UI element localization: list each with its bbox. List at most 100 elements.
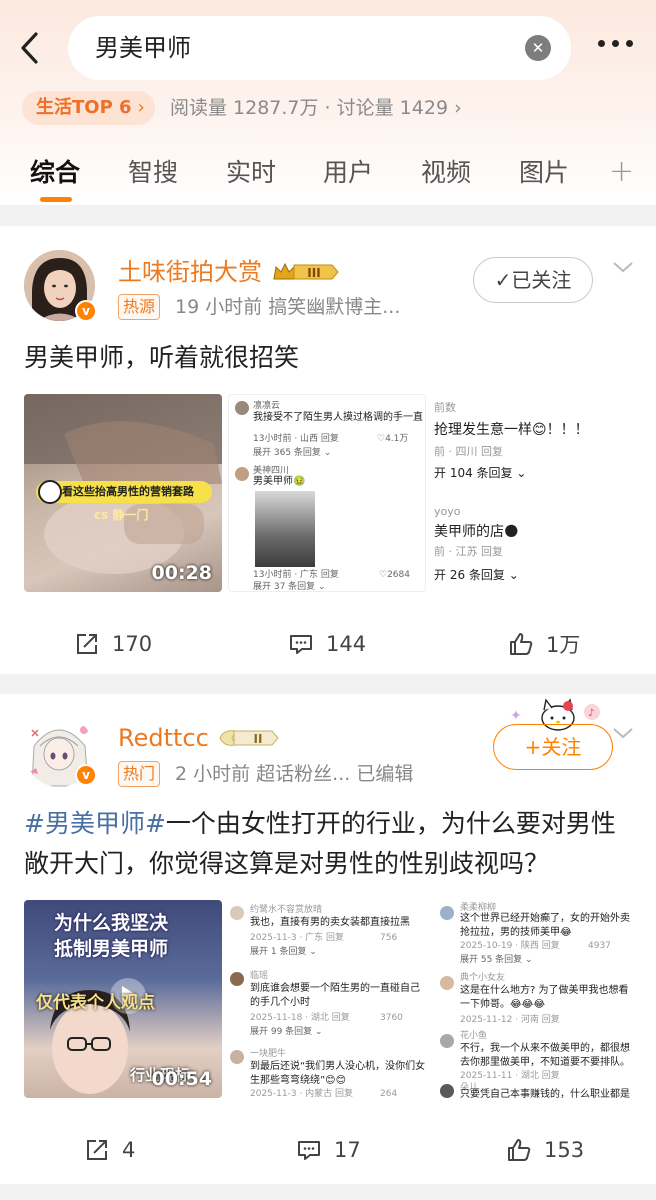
expand-replies: 展开 1 条回复 ⌄ xyxy=(250,947,317,957)
expand-replies: 开 104 条回复 ⌄ xyxy=(434,466,527,480)
comment-icon xyxy=(298,1141,320,1160)
comment-meta: 2025-11-11 · 湖北 回复 xyxy=(460,1071,560,1081)
tab-images[interactable]: 图片 xyxy=(519,156,569,190)
commenter-name: 约鹭水不容赏放晴 xyxy=(250,905,323,915)
comment-text: 抢理发生意一样😊！！！ xyxy=(434,422,589,438)
hashtag-link[interactable]: #男美甲师# xyxy=(24,809,166,838)
search-bar[interactable]: 男美甲师 ✕ xyxy=(68,16,571,80)
share-button[interactable]: 4 xyxy=(84,1130,135,1170)
like-button[interactable]: 153 xyxy=(506,1130,584,1170)
comment-button[interactable]: 144 xyxy=(288,624,366,664)
chevron-down-icon[interactable] xyxy=(612,260,634,274)
svg-text:✦: ✦ xyxy=(510,708,522,724)
add-tab-icon[interactable]: + xyxy=(609,154,634,189)
comment-photo xyxy=(255,491,315,567)
wings-level-icon: II xyxy=(219,730,279,746)
video-duration: 00:54 xyxy=(151,1068,212,1090)
topic-stats[interactable]: 阅读量 1287.7万 · 讨论量 1429 › xyxy=(170,94,462,122)
share-icon xyxy=(77,634,97,654)
chevron-down-icon[interactable] xyxy=(612,726,634,740)
comment-text: 只要凭自己本事赚钱的，什么职业都是值得我们的 xyxy=(460,1089,630,1098)
commenter-avatar xyxy=(230,972,244,986)
comment-screenshot-image[interactable]: 柔柔柳柳 这个世界已经开始癫了，女的开始外卖抢拉拉，男的技师美甲😂 2025-1… xyxy=(436,900,632,1098)
crown-level-icon: III xyxy=(273,262,339,280)
expand-replies: 展开 55 条回复 ⌄ xyxy=(460,955,533,965)
svg-text:♪: ♪ xyxy=(588,708,594,719)
feed-divider xyxy=(0,1184,656,1200)
expand-replies: 展开 37 条回复 ⌄ xyxy=(253,582,326,592)
hot-source-tag: 热源 xyxy=(118,294,161,320)
chevron-right-icon: › xyxy=(137,97,145,118)
tab-comprehensive[interactable]: 综合 xyxy=(30,156,80,190)
video-caption: 抵制男美甲师 xyxy=(54,938,169,960)
commenter-name: 花小鱼 xyxy=(460,1031,488,1041)
level-label: III xyxy=(307,266,320,280)
comment-meta: 13小时前 · 山西 回复 xyxy=(253,434,339,444)
search-input[interactable]: 男美甲师 xyxy=(95,32,191,64)
commenter-avatar xyxy=(230,1050,244,1064)
check-icon: ✓ xyxy=(494,268,512,292)
comment-text: 男美甲师🤢 xyxy=(253,476,306,487)
tab-smart-search[interactable]: 智搜 xyxy=(128,156,178,190)
search-tabs: 综合 智搜 实时 用户 视频 图片 + xyxy=(0,150,656,205)
comment-meta: 2025-11-3 · 广东 回复 xyxy=(250,933,345,943)
video-thumbnail[interactable]: 看这些抬高男性的营销套路 cs 静一门 00:28 xyxy=(24,394,222,592)
back-icon[interactable] xyxy=(16,28,46,68)
comment-text: 不行，我一个从来不做美甲的，都很想去你那里做美甲，不知道要不要排队。 xyxy=(460,1043,630,1068)
commenter-avatar xyxy=(230,906,244,920)
commenter-avatar xyxy=(440,906,454,920)
commenter-name: 前数 xyxy=(434,402,456,414)
share-icon xyxy=(87,1140,107,1160)
comment-meta: 2025-11-3 · 内蒙古 回复 xyxy=(250,1089,354,1098)
post-username[interactable]: 土味街拍大赏 xyxy=(118,256,262,288)
post-username[interactable]: Redttcc xyxy=(118,722,209,754)
tab-users[interactable]: 用户 xyxy=(323,156,373,190)
comment-text: 我也，直接有男的卖女装都直接拉黑 xyxy=(250,917,410,928)
expand-replies: 展开 365 条回复 ⌄ xyxy=(253,448,332,458)
follow-button[interactable]: +关注 xyxy=(493,724,613,770)
comment-meta: 2025-11-18 · 湖北 回复 xyxy=(250,1013,350,1023)
post-meta: 19 小时前 搞笑幽默博主... xyxy=(175,296,401,318)
like-button[interactable]: 1万 xyxy=(508,624,580,664)
comment-likes: 264 xyxy=(380,1089,398,1098)
comment-likes: 756 xyxy=(380,933,398,943)
post-text[interactable]: #男美甲师#一个由女性打开的行业，为什么要对男性敞开大门，你觉得这算是对男性的性… xyxy=(24,804,634,884)
clear-search-icon[interactable]: ✕ xyxy=(525,35,551,61)
tab-realtime[interactable]: 实时 xyxy=(226,156,276,190)
comment-likes: 3760 xyxy=(380,1013,403,1023)
share-button[interactable]: 170 xyxy=(74,624,152,664)
commenter-name: 一块肥牛 xyxy=(250,1049,287,1059)
post-actions: 4 17 153 xyxy=(0,1130,656,1170)
topic-rank-badge[interactable]: 生活TOP 6 › xyxy=(22,91,155,125)
comment-text: 美甲师的店🌑 xyxy=(434,524,519,540)
video-duration: 00:28 xyxy=(151,562,212,584)
caption-sticker-icon xyxy=(38,480,62,504)
video-caption: 仅代表个人观点 xyxy=(36,993,155,1013)
commenter-name: yoyo xyxy=(434,506,461,518)
video-thumbnail[interactable]: 为什么我坚决 抵制男美甲师 仅代表个人观点 行业现标 00:54 xyxy=(24,900,222,1098)
comment-screenshot-image[interactable]: 前数 抢理发生意一样😊！！！ 前 · 四川 回复 开 104 条回复 ⌄ yoy… xyxy=(432,394,632,592)
verified-badge-icon: v xyxy=(75,764,97,786)
more-options-icon[interactable] xyxy=(598,40,634,50)
post-meta: 2 小时前 超话粉丝... 已编辑 xyxy=(175,763,414,785)
thumbs-up-icon xyxy=(510,633,533,655)
comment-meta: 前 · 江苏 回复 xyxy=(434,546,503,558)
comment-screenshot-image[interactable]: 约鹭水不容赏放晴 我也，直接有男的卖女装都直接拉黑 2025-11-3 · 广东… xyxy=(228,900,428,1098)
comment-likes: ♡4.1万 xyxy=(377,434,409,444)
comment-button[interactable]: 17 xyxy=(296,1130,361,1170)
commenter-avatar xyxy=(235,467,249,481)
comment-text: 这个世界已经开始癫了，女的开始外卖抢拉拉，男的技师美甲😂 xyxy=(460,913,630,938)
post-text[interactable]: 男美甲师，听着就很招笑 xyxy=(24,338,634,378)
commenter-name: 典个小女友 xyxy=(460,973,506,983)
comment-likes: ♡2684 xyxy=(379,570,410,580)
post-card: v 土味街拍大赏 III 热源 19 小时前 搞笑幽默博主... ✓已关注 男美… xyxy=(0,226,656,674)
thumbs-up-icon xyxy=(508,1139,531,1161)
comment-meta: 2025-11-12 · 河南 回复 xyxy=(460,1015,560,1025)
tab-videos[interactable]: 视频 xyxy=(421,156,471,190)
comment-text: 我接受不了陌生男人摸过格调的手一直拿着我的手 xyxy=(253,412,423,423)
followed-button[interactable]: ✓已关注 xyxy=(473,257,593,303)
expand-replies: 展开 99 条回复 ⌄ xyxy=(250,1027,323,1037)
comment-likes: 4937 xyxy=(588,941,611,951)
comment-icon xyxy=(290,635,312,654)
comment-screenshot-image[interactable]: 凛凛云 我接受不了陌生男人摸过格调的手一直拿着我的手 13小时前 · 山西 回复… xyxy=(228,394,426,592)
